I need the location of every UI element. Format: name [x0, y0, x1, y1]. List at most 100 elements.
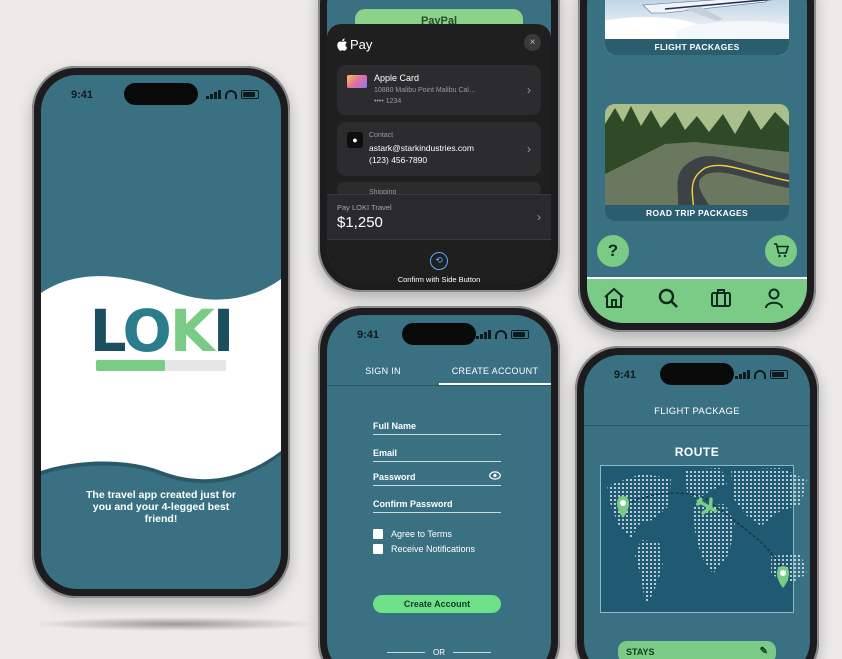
loki-logo: LOKI: [41, 297, 281, 365]
edit-pencil-icon[interactable]: ✎: [760, 641, 768, 659]
auth-tabs: SIGN IN CREATE ACCOUNT: [327, 358, 551, 386]
cart-button[interactable]: [765, 235, 797, 267]
password-label: Password: [373, 472, 416, 482]
divider-line: [387, 652, 425, 653]
stays-label: STAYS: [626, 647, 655, 657]
wifi-icon: [754, 370, 766, 379]
signal-icon: [735, 370, 750, 379]
packages-phone: FLIGHT PACKAGES ROAD TRIP PACKAGES ?: [578, 0, 816, 332]
card-address: 10880 Malibu Point Malibu Cal…: [374, 87, 476, 94]
apple-pay-screen: PayPal Pay × Apple Card 10880 Malibu Poi…: [327, 0, 551, 283]
phone-shadow: [30, 617, 320, 631]
road-trip-packages-label: ROAD TRIP PACKAGES: [605, 205, 789, 221]
apple-pay-phone: PayPal Pay × Apple Card 10880 Malibu Poi…: [318, 0, 560, 292]
confirm-password-label: Confirm Password: [373, 499, 453, 509]
chevron-right-icon: ›: [527, 83, 531, 97]
help-button[interactable]: ?: [597, 235, 629, 267]
logo-letter-k: K: [169, 297, 215, 365]
payment-card-row[interactable]: Apple Card 10880 Malibu Point Malibu Cal…: [337, 65, 541, 115]
divider-line: [453, 652, 491, 653]
logo-letter-l: L: [89, 297, 125, 365]
wifi-icon: [495, 330, 507, 339]
contact-phone: (123) 456-7890: [369, 155, 428, 165]
page-title: FLIGHT PACKAGE: [584, 398, 810, 426]
road-trip-packages-card[interactable]: ROAD TRIP PACKAGES: [605, 104, 789, 221]
receive-notifications-checkbox[interactable]: Receive Notifications: [373, 544, 475, 554]
password-field[interactable]: Password: [373, 471, 501, 486]
status-time: 9:41: [614, 369, 637, 381]
pay-merchant: Pay LOKI Travel: [337, 203, 392, 212]
chevron-right-icon: ›: [527, 142, 531, 156]
world-map-image: [607, 468, 807, 604]
suitcase-icon[interactable]: [710, 287, 732, 309]
wifi-icon: [225, 90, 237, 99]
close-icon[interactable]: ×: [524, 34, 541, 51]
flight-package-phone: 9:41 FLIGHT PACKAGE ROUTE STAYS ✎: [575, 346, 819, 659]
chevron-right-icon: ›: [537, 210, 541, 224]
logo-letter-o: O: [122, 297, 172, 365]
dynamic-island: [660, 363, 734, 385]
checkbox-box: [373, 529, 383, 539]
receive-notifications-label: Receive Notifications: [391, 544, 476, 554]
dynamic-island: [124, 83, 198, 105]
mountain-road-image: [605, 104, 789, 221]
signup-phone: 9:41 SIGN IN CREATE ACCOUNT Full Name Em…: [318, 306, 560, 659]
agree-terms-checkbox[interactable]: Agree to Terms: [373, 529, 452, 539]
stays-section[interactable]: STAYS ✎: [618, 641, 776, 659]
contact-email: astark@starkindustries.com: [369, 143, 474, 153]
flight-packages-card[interactable]: FLIGHT PACKAGES: [605, 0, 789, 55]
confirm-password-field[interactable]: Confirm Password: [373, 499, 501, 513]
contact-label: Contact: [369, 132, 394, 139]
person-icon: ●: [347, 132, 363, 148]
or-label: OR: [433, 648, 445, 657]
card-name: Apple Card: [374, 73, 420, 83]
apple-logo-icon: [337, 38, 348, 51]
status-time: 9:41: [71, 89, 94, 101]
or-divider: OR: [387, 648, 491, 657]
search-icon[interactable]: [657, 287, 679, 309]
full-name-field[interactable]: Full Name: [373, 421, 501, 435]
signup-screen: 9:41 SIGN IN CREATE ACCOUNT Full Name Em…: [327, 315, 551, 659]
profile-icon[interactable]: [763, 287, 785, 309]
pay-amount: $1,250: [337, 214, 383, 231]
status-time: 9:41: [357, 329, 380, 341]
battery-icon: [511, 330, 529, 339]
battery-icon: [770, 370, 788, 379]
pay-total-row[interactable]: Pay LOKI Travel $1,250 ›: [327, 194, 551, 240]
apple-pay-sheet: Pay × Apple Card 10880 Malibu Point Mali…: [327, 24, 551, 283]
eye-icon[interactable]: [489, 471, 501, 480]
create-account-button[interactable]: Create Account: [373, 595, 501, 613]
splash-screen: 9:41 LOKI The travel app created just fo…: [41, 75, 281, 589]
bottom-nav: [587, 277, 807, 323]
splash-tagline: The travel app created just for you and …: [86, 489, 236, 525]
full-name-label: Full Name: [373, 421, 417, 431]
side-button-icon: ⟲: [430, 252, 448, 270]
flight-package-screen: 9:41 FLIGHT PACKAGE ROUTE STAYS ✎: [584, 355, 810, 659]
email-field[interactable]: Email: [373, 448, 501, 462]
confirm-side-button-text: Confirm with Side Button: [397, 275, 481, 283]
card-number: •••• 1234: [374, 98, 402, 105]
agree-terms-label: Agree to Terms: [391, 529, 452, 539]
checkbox-box: [373, 544, 383, 554]
loading-progress-fill: [96, 360, 165, 371]
home-icon[interactable]: [603, 287, 625, 309]
contact-row[interactable]: ● Contact astark@starkindustries.com (12…: [337, 122, 541, 176]
flight-packages-label: FLIGHT PACKAGES: [605, 39, 789, 55]
battery-icon: [241, 90, 259, 99]
tab-sign-in[interactable]: SIGN IN: [327, 358, 439, 385]
logo-letter-i: I: [212, 297, 235, 365]
dynamic-island: [402, 323, 476, 345]
route-map[interactable]: [600, 465, 807, 613]
loading-progress-bar: [96, 360, 226, 371]
credit-card-icon: [347, 75, 367, 88]
signal-icon: [206, 90, 221, 99]
packages-screen: FLIGHT PACKAGES ROAD TRIP PACKAGES ?: [587, 0, 807, 323]
apple-pay-brand: Pay: [350, 37, 373, 52]
destination-pin-icon: [777, 566, 789, 588]
tab-create-account[interactable]: CREATE ACCOUNT: [439, 358, 551, 385]
signal-icon: [476, 330, 491, 339]
splash-phone: 9:41 LOKI The travel app created just fo…: [32, 66, 290, 598]
apple-pay-header: Pay: [337, 37, 372, 52]
cart-icon: [774, 243, 790, 258]
route-title: ROUTE: [674, 445, 720, 459]
